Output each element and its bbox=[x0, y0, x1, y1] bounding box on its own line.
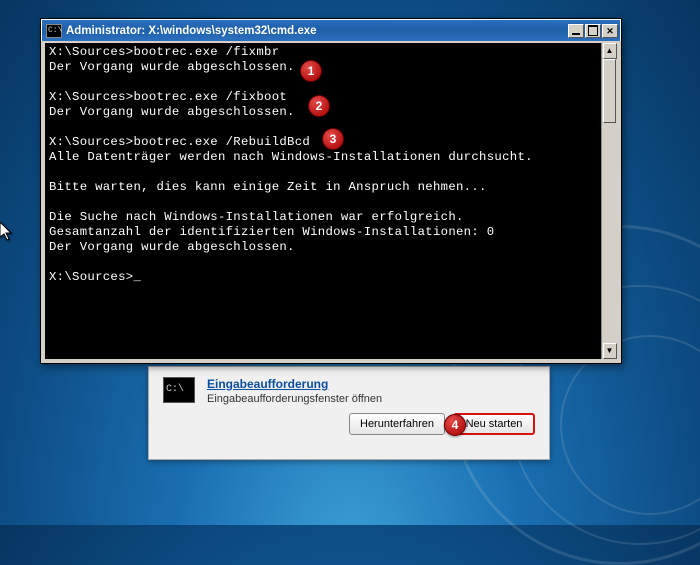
shutdown-button[interactable]: Herunterfahren bbox=[349, 413, 445, 435]
cmd-window: Administrator: X:\windows\system32\cmd.e… bbox=[40, 18, 622, 364]
maximize-button[interactable] bbox=[585, 24, 601, 38]
cmd-body: X:\Sources>bootrec.exe /fixmbr Der Vorga… bbox=[45, 43, 617, 359]
scroll-thumb[interactable] bbox=[603, 59, 616, 123]
command-prompt-description: Eingabeaufforderungsfenster öffnen bbox=[207, 393, 382, 405]
scrollbar[interactable]: ▲ ▼ bbox=[601, 43, 617, 359]
cmd-icon bbox=[163, 377, 195, 403]
annotation-marker-2: 2 bbox=[308, 95, 330, 117]
close-button[interactable] bbox=[602, 24, 618, 38]
cmd-icon bbox=[46, 24, 62, 38]
annotation-marker-1: 1 bbox=[300, 60, 322, 82]
recovery-panel: Eingabeaufforderung Eingabeaufforderungs… bbox=[148, 366, 550, 460]
mouse-cursor-icon bbox=[0, 222, 14, 247]
scroll-down-button[interactable]: ▼ bbox=[603, 343, 617, 359]
scroll-up-button[interactable]: ▲ bbox=[603, 43, 617, 59]
annotation-marker-3: 3 bbox=[322, 128, 344, 150]
annotation-marker-4: 4 bbox=[444, 414, 466, 436]
command-prompt-link[interactable]: Eingabeaufforderung bbox=[207, 377, 328, 391]
cmd-titlebar[interactable]: Administrator: X:\windows\system32\cmd.e… bbox=[41, 19, 621, 41]
minimize-button[interactable] bbox=[568, 24, 584, 38]
terminal-output[interactable]: X:\Sources>bootrec.exe /fixmbr Der Vorga… bbox=[49, 45, 599, 357]
window-title: Administrator: X:\windows\system32\cmd.e… bbox=[66, 25, 568, 37]
